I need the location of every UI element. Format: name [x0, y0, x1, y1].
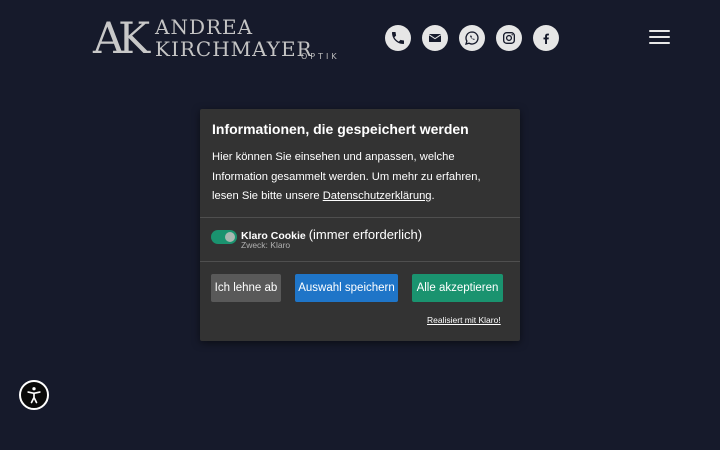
klaro-cookie-toggle[interactable] — [211, 230, 237, 244]
facebook-icon[interactable] — [533, 25, 559, 51]
divider — [200, 217, 520, 218]
dialog-description: Hier können Sie einsehen und anpassen, w… — [212, 148, 508, 207]
accessibility-icon[interactable] — [19, 380, 49, 410]
dialog-title: Informationen, die gespeichert werden — [212, 121, 469, 137]
logo-line-1: ANDREA — [155, 15, 254, 39]
decline-button[interactable]: Ich lehne ab — [211, 274, 281, 302]
privacy-policy-link[interactable]: Datenschutzerklärung — [323, 190, 432, 202]
accept-all-button[interactable]: Alle akzeptieren — [412, 274, 503, 302]
description-end: . — [431, 190, 435, 202]
save-selection-button[interactable]: Auswahl speichern — [295, 274, 398, 302]
whatsapp-icon[interactable] — [459, 25, 485, 51]
cookie-consent-dialog: Informationen, die gespeichert werden Hi… — [200, 109, 520, 341]
hamburger-menu-icon[interactable] — [649, 30, 671, 46]
powered-by-klaro-link[interactable]: Realisiert mit Klaro! — [427, 315, 501, 325]
phone-icon[interactable] — [385, 25, 411, 51]
mail-icon[interactable] — [422, 25, 448, 51]
site-header: AK ANDREA KIRCHMAYER OPTIK — [0, 0, 720, 80]
service-required: (immer erforderlich) — [308, 227, 423, 242]
toggle-knob — [225, 232, 235, 242]
logo[interactable]: AK ANDREA KIRCHMAYER OPTIK — [93, 16, 353, 64]
logo-monogram: AK — [93, 14, 150, 64]
logo-subtitle: OPTIK — [301, 52, 340, 61]
divider — [200, 261, 520, 262]
instagram-icon[interactable] — [496, 25, 522, 51]
service-purpose: Zweck: Klaro — [241, 240, 291, 250]
logo-line-2: KIRCHMAYER — [155, 37, 313, 61]
